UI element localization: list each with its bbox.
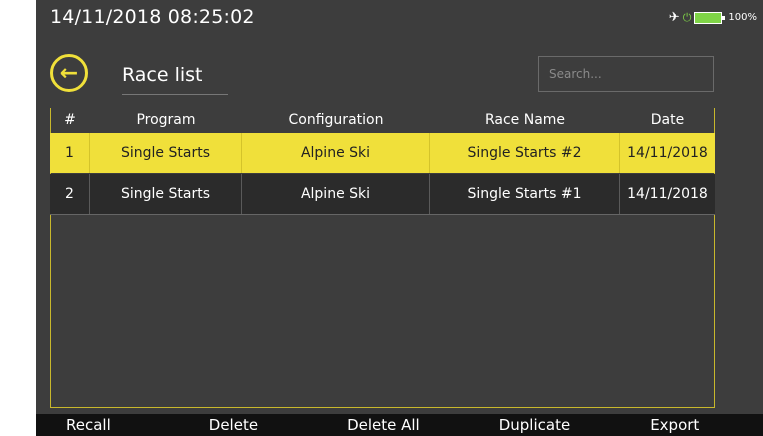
- plug-icon: ⏻: [682, 10, 692, 24]
- cell-program: Single Starts: [90, 174, 242, 214]
- cell-configuration: Alpine Ski: [242, 133, 430, 173]
- cell-number: 2: [50, 174, 90, 214]
- action-bar: Recall Delete Delete All Duplicate Expor…: [36, 414, 763, 436]
- page-title: Race list: [122, 64, 203, 86]
- cell-race-name: Single Starts #1: [430, 174, 620, 214]
- cell-date: 14/11/2018: [627, 145, 708, 161]
- table-row[interactable]: 2 Single Starts Alpine Ski Single Starts…: [50, 174, 715, 215]
- table-row[interactable]: 1 Single Starts Alpine Ski Single Starts…: [50, 133, 715, 173]
- column-header-date: Date: [650, 112, 685, 128]
- battery-level: 100%: [728, 12, 757, 23]
- delete-button[interactable]: Delete: [209, 414, 258, 436]
- datetime-display: 14/11/2018 08:25:02: [50, 6, 255, 28]
- cell-program: Single Starts: [90, 133, 242, 173]
- arrow-left-icon: ←: [59, 60, 79, 86]
- column-header-configuration: Configuration: [288, 112, 384, 128]
- delete-all-button[interactable]: Delete All: [347, 414, 420, 436]
- column-header-race-name: Race Name: [484, 112, 566, 128]
- cell-race-name: Single Starts #2: [430, 133, 620, 173]
- gps-icon: ✈: [668, 10, 680, 25]
- cell-number: 1: [50, 133, 90, 173]
- search-input[interactable]: [538, 56, 714, 92]
- battery-icon: [694, 11, 726, 24]
- cell-date: 14/11/2018: [627, 186, 708, 202]
- column-header-program: Program: [136, 112, 196, 128]
- back-button[interactable]: ←: [50, 54, 88, 92]
- table-header: # Program Configuration Race Name Date: [50, 108, 715, 132]
- recall-button[interactable]: Recall: [66, 414, 111, 436]
- status-area: ✈ ⏻ 100%: [669, 10, 757, 25]
- device-screen: 14/11/2018 08:25:02 ✈ ⏻ 100% ← Race list…: [36, 0, 763, 436]
- column-header-number: #: [64, 112, 76, 128]
- export-button[interactable]: Export: [650, 414, 699, 436]
- duplicate-button[interactable]: Duplicate: [499, 414, 570, 436]
- cell-configuration: Alpine Ski: [242, 174, 430, 214]
- title-divider: [122, 94, 228, 95]
